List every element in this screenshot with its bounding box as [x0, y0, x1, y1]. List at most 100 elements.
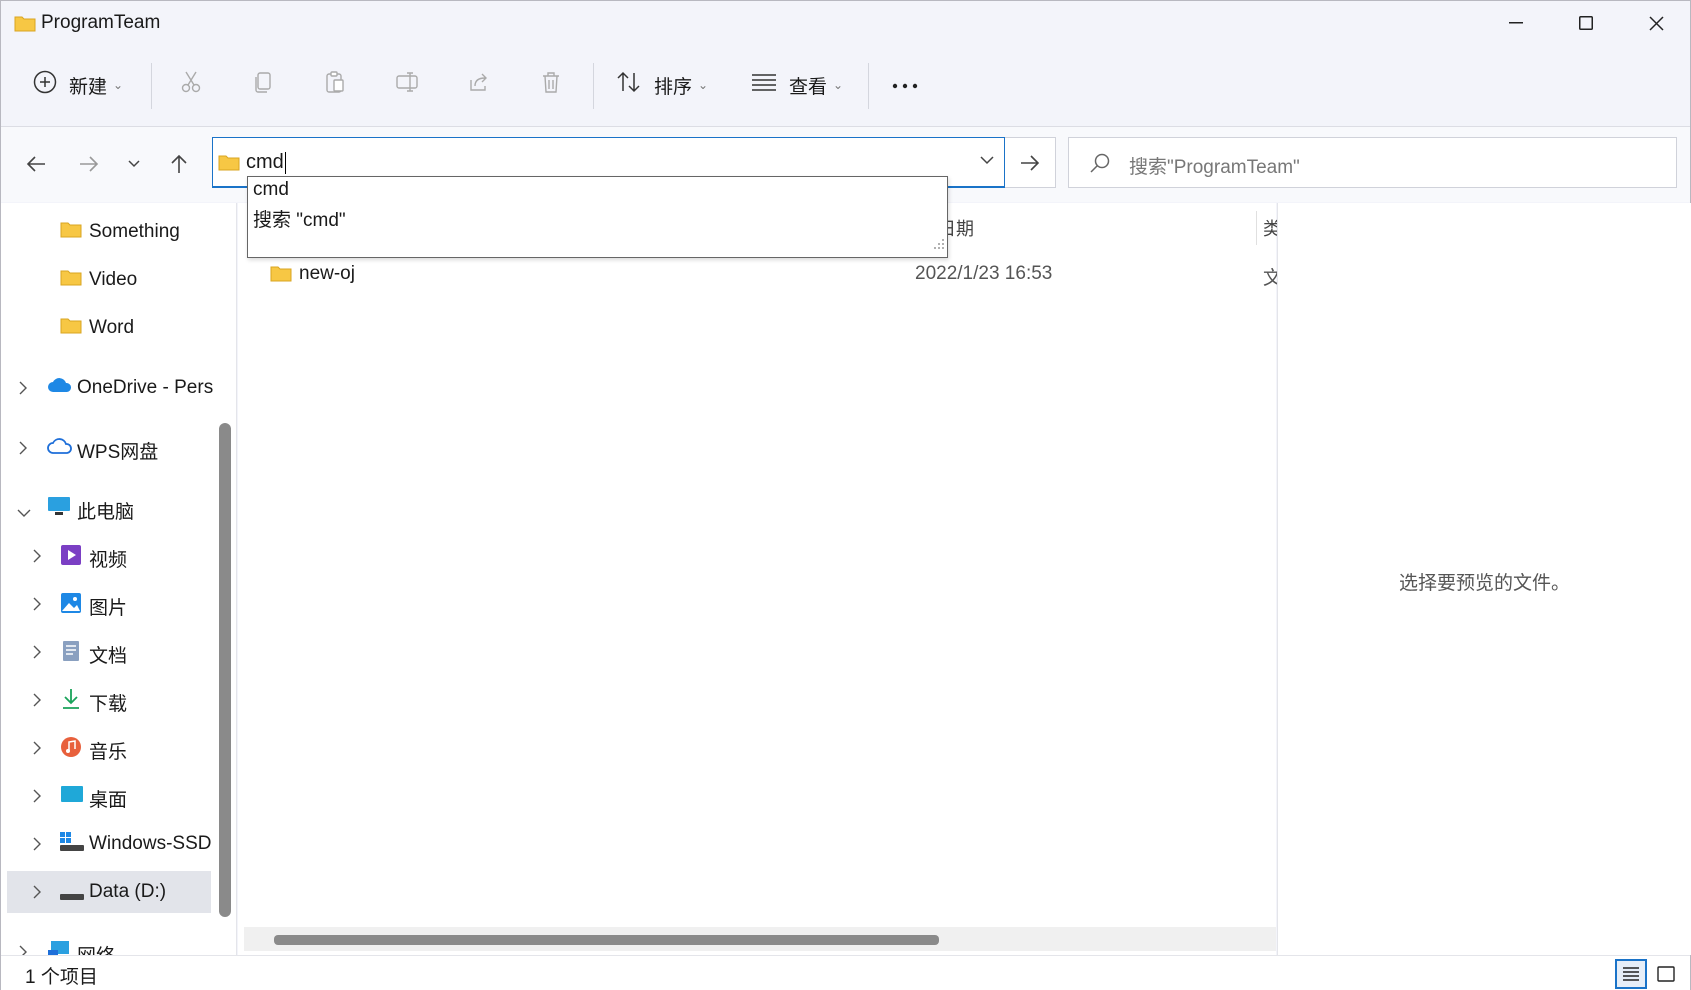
more-options-button[interactable]: [891, 63, 919, 107]
sidebar-item-video[interactable]: Video: [1, 259, 213, 301]
view-button[interactable]: 查看 ⌄: [751, 63, 843, 107]
sidebar-item-label: 视频: [89, 550, 128, 571]
sidebar-item-label: WPS网盘: [77, 442, 159, 463]
chevron-right-icon[interactable]: [33, 739, 41, 761]
title-bar: ProgramTeam: [1, 1, 1690, 45]
new-button[interactable]: 新建 ⌄: [33, 63, 123, 107]
sort-label: 排序: [654, 76, 693, 98]
up-button[interactable]: [162, 147, 196, 181]
sidebar-item-wps[interactable]: WPS网盘: [1, 427, 213, 469]
sidebar-scrollbar-thumb[interactable]: [219, 423, 231, 917]
minimize-button[interactable]: [1481, 1, 1551, 45]
view-label: 查看: [789, 76, 828, 98]
toolbar-divider: [868, 63, 869, 109]
sidebar-item-label: Video: [89, 269, 138, 290]
arrow-up-icon: [171, 154, 187, 173]
address-input[interactable]: cmd: [246, 151, 286, 174]
sidebar-item-label: Something: [89, 221, 180, 242]
table-row[interactable]: new-oj 2022/1/23 16:53 文: [263, 255, 1282, 295]
chevron-right-icon[interactable]: [33, 595, 41, 617]
recent-locations-button[interactable]: [117, 147, 151, 181]
scissors-icon: [179, 70, 203, 100]
chevron-down-icon: ⌄: [113, 78, 124, 92]
chevron-right-icon[interactable]: [33, 787, 41, 809]
chevron-right-icon[interactable]: [19, 943, 27, 955]
search-box[interactable]: 搜索"ProgramTeam": [1068, 137, 1677, 188]
sidebar-item-pictures[interactable]: 图片: [1, 583, 213, 625]
search-placeholder: 搜索"ProgramTeam": [1129, 157, 1300, 178]
maximize-button[interactable]: [1551, 1, 1621, 45]
preview-pane: 选择要预览的文件。: [1277, 203, 1691, 955]
chevron-right-icon[interactable]: [33, 835, 41, 857]
sort-arrows-icon: [616, 70, 642, 100]
search-icon: [1089, 152, 1111, 179]
horizontal-scrollbar[interactable]: [244, 927, 1276, 951]
forward-button[interactable]: [72, 147, 106, 181]
sidebar-item-windows-ssd[interactable]: Windows-SSD: [1, 823, 213, 865]
chevron-right-icon[interactable]: [33, 691, 41, 713]
sidebar-item-desktop[interactable]: 桌面: [1, 775, 213, 817]
music-icon: [60, 736, 82, 764]
copy-button[interactable]: [251, 63, 275, 107]
chevron-right-icon[interactable]: [33, 547, 41, 569]
chevron-down-icon: ⌄: [698, 78, 709, 92]
cloud-icon: [47, 436, 73, 462]
tiles-view-button[interactable]: [1650, 959, 1682, 989]
sidebar-item-label: 音乐: [89, 742, 128, 763]
sidebar-item-music[interactable]: 音乐: [1, 727, 213, 769]
back-button[interactable]: [19, 147, 53, 181]
folder-icon: [270, 264, 292, 288]
sidebar-item-data-d[interactable]: Data (D:): [7, 871, 211, 913]
sidebar-item-label: 网络: [77, 941, 115, 955]
drive-icon: [60, 832, 84, 858]
sidebar-item-label: 文档: [89, 646, 128, 667]
arrow-right-icon: [80, 156, 99, 172]
horizontal-scrollbar-thumb[interactable]: [274, 935, 939, 945]
sidebar-item-word[interactable]: Word: [1, 307, 213, 349]
rename-button[interactable]: [395, 63, 421, 107]
delete-button[interactable]: [539, 63, 563, 107]
paste-button[interactable]: [323, 63, 347, 107]
cut-button[interactable]: [179, 63, 203, 107]
go-button[interactable]: [1005, 137, 1056, 188]
share-icon: [467, 70, 491, 100]
folder-icon: [60, 220, 82, 244]
download-icon: [62, 688, 80, 716]
chevron-down-icon[interactable]: [17, 501, 31, 523]
sidebar-item-network[interactable]: 网络: [1, 931, 213, 955]
folder-icon: [14, 14, 36, 37]
chevron-down-icon: [980, 156, 994, 165]
chevron-down-icon: ⌄: [833, 78, 844, 92]
sort-button[interactable]: 排序 ⌄: [616, 63, 708, 107]
chevron-right-icon[interactable]: [33, 883, 41, 905]
network-icon: [47, 940, 73, 955]
details-view-button[interactable]: [1615, 959, 1647, 989]
sidebar-item-this-pc[interactable]: 此电脑: [1, 487, 213, 529]
chevron-right-icon[interactable]: [33, 643, 41, 665]
copy-icon: [251, 70, 275, 100]
sidebar-item-onedrive[interactable]: OneDrive - Pers: [1, 367, 213, 409]
video-icon: [60, 544, 82, 572]
column-divider[interactable]: [1256, 211, 1257, 245]
chevron-right-icon[interactable]: [19, 439, 27, 461]
toolbar-divider: [151, 63, 152, 109]
arrow-right-icon: [1021, 154, 1040, 171]
sidebar-item-something[interactable]: Something: [1, 211, 213, 253]
sidebar-item-documents[interactable]: 文档: [1, 631, 213, 673]
file-date: 2022/1/23 16:53: [915, 263, 1053, 284]
sidebar-item-downloads[interactable]: 下载: [1, 679, 213, 721]
address-history-dropdown[interactable]: [980, 152, 994, 170]
close-button[interactable]: [1621, 1, 1691, 45]
autocomplete-item[interactable]: cmd: [253, 179, 289, 201]
chevron-right-icon[interactable]: [19, 379, 27, 401]
clipboard-icon: [323, 70, 347, 100]
drive-icon: [60, 886, 84, 908]
autocomplete-item[interactable]: 搜索 "cmd": [253, 205, 346, 232]
resize-grip-icon[interactable]: [933, 237, 945, 255]
share-button[interactable]: [467, 63, 491, 107]
sidebar-item-label: Data (D:): [89, 881, 167, 902]
sidebar-item-videos[interactable]: 视频: [1, 535, 213, 577]
item-count: 1 个项目: [25, 967, 98, 988]
toolbar-divider: [593, 63, 594, 109]
sidebar-item-label: 图片: [89, 598, 128, 619]
